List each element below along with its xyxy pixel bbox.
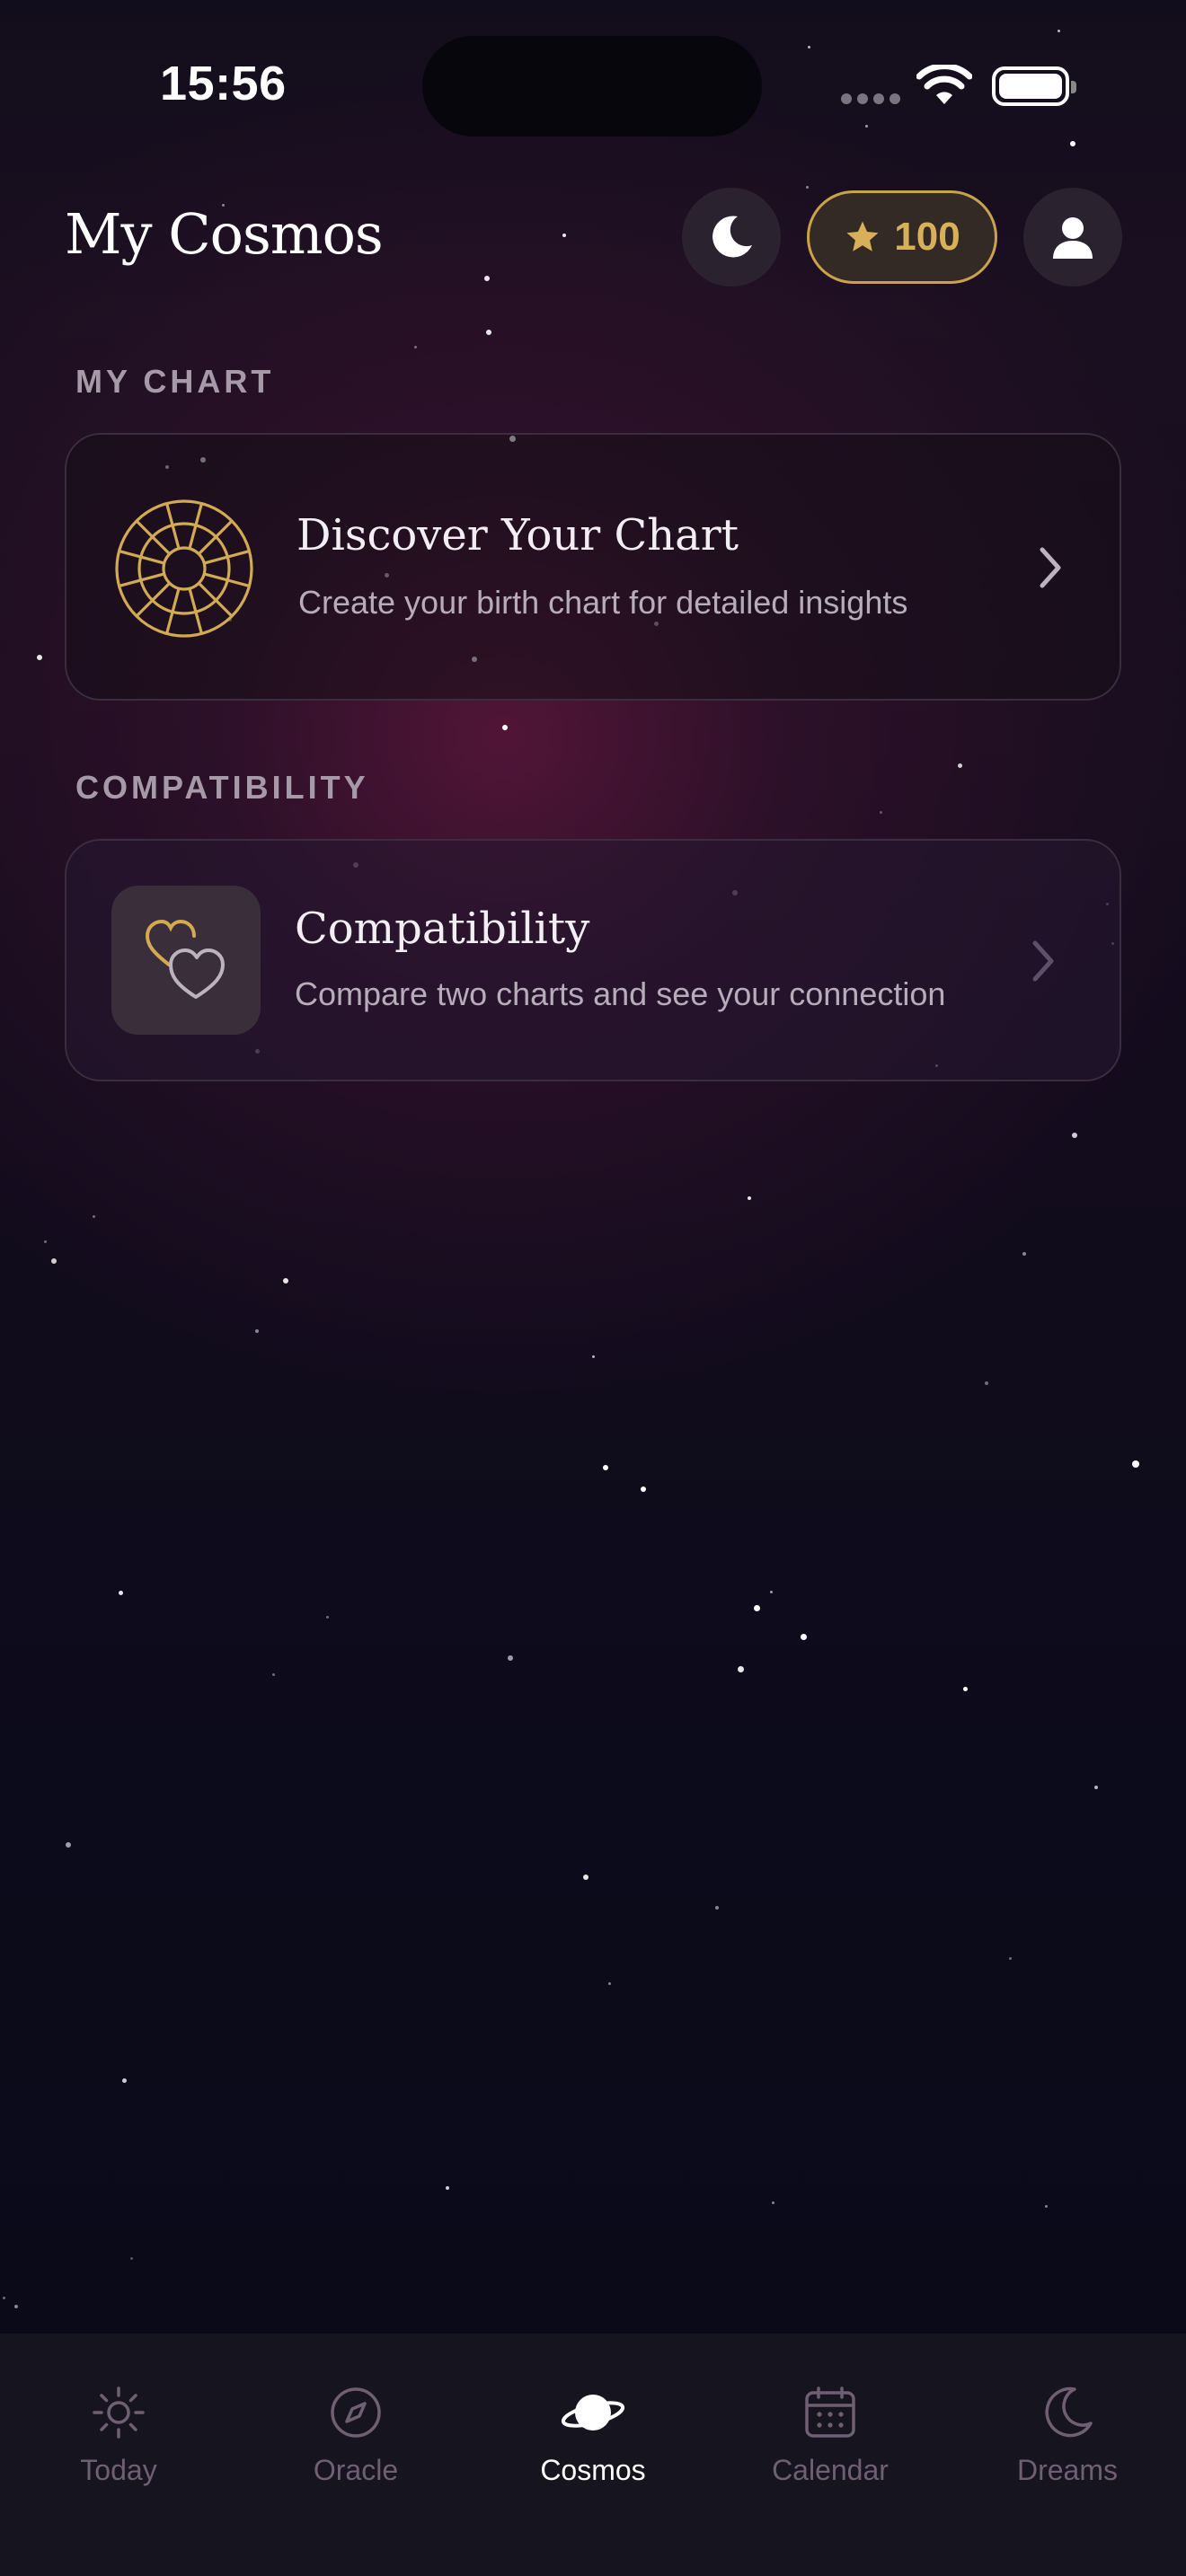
page-title: My Cosmos (65, 201, 384, 267)
section-label-my-chart: MY CHART (75, 363, 275, 400)
star-dot (1132, 1460, 1139, 1468)
star-dot (325, 1615, 329, 1619)
star-dot (14, 2305, 18, 2308)
sun-icon (93, 2386, 145, 2439)
star-dot (807, 45, 810, 49)
star-dot (446, 2186, 449, 2190)
theme-toggle-button[interactable] (682, 188, 781, 287)
star-dot (484, 276, 490, 281)
star-dot (37, 655, 42, 660)
discover-chart-card[interactable]: Discover Your Chart Create your birth ch… (65, 433, 1121, 701)
card-subtitle: Compare two charts and see your connecti… (295, 975, 946, 1012)
star-dot (92, 1214, 95, 1218)
star-dot (486, 330, 491, 335)
planet-icon (561, 2395, 625, 2430)
section-label-compatibility: COMPATIBILITY (75, 769, 369, 806)
star-dot (66, 1842, 71, 1848)
tab-oracle[interactable]: Oracle (266, 2333, 446, 2513)
star-dot (769, 1590, 773, 1593)
star-dot (43, 1239, 47, 1243)
star-dot (1070, 141, 1075, 146)
star-dot (1057, 29, 1060, 32)
star-dot (805, 185, 809, 189)
card-title: Discover Your Chart (296, 510, 739, 560)
star-dot (2, 2296, 5, 2299)
star-dot (121, 2078, 127, 2083)
star-dot (1094, 1786, 1098, 1789)
profile-button[interactable] (1023, 188, 1122, 287)
star-dot (748, 1196, 751, 1200)
dynamic-island (422, 36, 762, 137)
star-dot (51, 1258, 57, 1264)
moon-icon (1045, 2386, 1093, 2438)
star-dot (118, 1590, 123, 1595)
compatibility-icon-tile (111, 886, 261, 1035)
star-dot (271, 1672, 275, 1676)
moon-icon (712, 216, 752, 258)
star-dot (771, 2201, 774, 2204)
tab-cosmos[interactable]: Cosmos (503, 2333, 683, 2513)
star-dot (583, 1875, 589, 1880)
tab-label: Dreams (1016, 2454, 1118, 2486)
tab-label: Cosmos (540, 2454, 646, 2486)
star-dot (1044, 2204, 1048, 2208)
star-dot (753, 1604, 760, 1611)
star-dot (413, 345, 417, 348)
star-dot (864, 124, 868, 128)
points-value: 100 (894, 215, 960, 259)
star-dot (603, 1465, 608, 1470)
star-dot (1022, 1252, 1026, 1256)
star-dot (562, 234, 566, 237)
tab-dreams[interactable]: Dreams (978, 2333, 1157, 2513)
star-dot (591, 1354, 595, 1358)
tab-calendar[interactable]: Calendar (740, 2333, 920, 2513)
star-dot (255, 1329, 259, 1333)
star-icon (846, 221, 879, 251)
star-dot (957, 763, 962, 768)
chevron-right-icon (1032, 940, 1054, 982)
bottom-tab-bar: Today Oracle Cosmos Calendar Dreams (0, 2333, 1186, 2576)
star-dot (1008, 1956, 1012, 1960)
star-dot (737, 1665, 744, 1672)
star-dot (641, 1486, 646, 1492)
star-dot (962, 1686, 968, 1691)
tab-label: Oracle (313, 2454, 399, 2486)
battery-icon (992, 66, 1076, 106)
star-dot (985, 1381, 988, 1385)
card-subtitle: Create your birth chart for detailed ins… (298, 584, 908, 621)
tab-today[interactable]: Today (29, 2333, 208, 2513)
star-dot (800, 1633, 807, 1640)
chevron-right-icon (1040, 547, 1061, 588)
star-dot (129, 2256, 133, 2260)
compatibility-card[interactable]: Compatibility Compare two charts and see… (65, 839, 1121, 1081)
two-hearts-icon (146, 919, 225, 999)
signal-icon (841, 93, 902, 106)
star-dot (502, 725, 508, 730)
compass-icon (331, 2387, 381, 2438)
status-time: 15:56 (160, 57, 287, 110)
star-dot (508, 1655, 513, 1661)
star-dot (607, 1981, 611, 1985)
tab-label: Today (80, 2454, 157, 2486)
star-dot (879, 810, 882, 814)
star-dot (1072, 1133, 1077, 1138)
person-icon (1053, 217, 1093, 259)
wifi-icon (916, 65, 972, 104)
zodiac-wheel-icon (115, 499, 253, 638)
tab-label: Calendar (772, 2454, 889, 2486)
star-dot (715, 1906, 719, 1910)
card-title: Compatibility (295, 904, 590, 954)
points-balance-button[interactable]: 100 (807, 190, 997, 284)
star-dot (283, 1278, 288, 1284)
calendar-icon (805, 2386, 855, 2438)
